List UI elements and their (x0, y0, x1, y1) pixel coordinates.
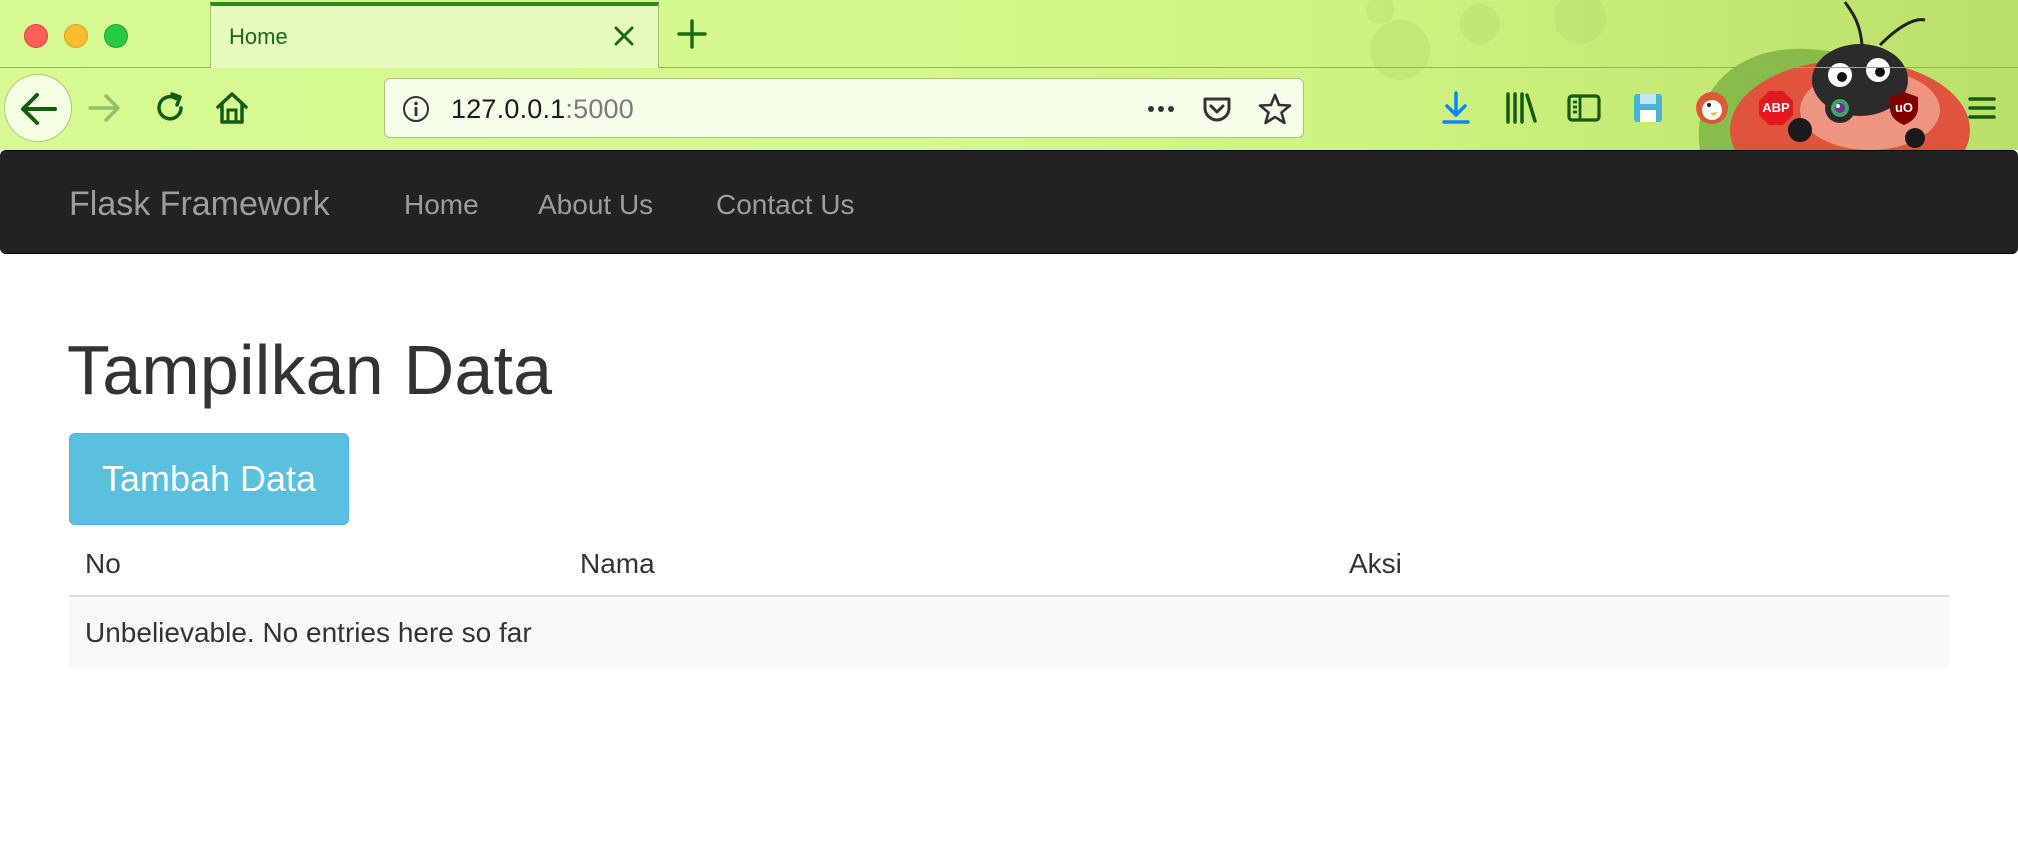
back-button[interactable] (4, 74, 72, 142)
url-text[interactable]: 127.0.0.1:5000 (451, 94, 634, 125)
library-icon[interactable] (1500, 88, 1540, 128)
add-data-button[interactable]: Tambah Data (69, 433, 349, 525)
table-header: No Nama Aksi (69, 532, 1949, 597)
more-icon[interactable] (1143, 93, 1179, 125)
nav-link-contact-us[interactable]: Contact Us (716, 189, 855, 221)
home-icon[interactable] (212, 88, 252, 128)
maximize-window-button[interactable] (104, 24, 128, 48)
table-body: Unbelievable. No entries here so far (69, 596, 1949, 668)
column-header-aksi: Aksi (1333, 532, 1949, 597)
table-header-row: No Nama Aksi (69, 532, 1949, 597)
eye-extension-icon[interactable] (1820, 88, 1860, 128)
info-icon[interactable] (401, 94, 431, 124)
column-header-nama: Nama (564, 532, 1333, 597)
sidebar-icon[interactable] (1564, 88, 1604, 128)
menu-icon[interactable] (1962, 88, 2002, 128)
table-row: Unbelievable. No entries here so far (69, 596, 1949, 668)
download-icon[interactable] (1436, 88, 1476, 128)
column-header-no: No (69, 532, 564, 597)
ublock-badge-label: uO (1894, 100, 1914, 115)
tab-title: Home (229, 24, 288, 49)
abp-badge-label: ABP (1762, 100, 1790, 115)
back-arrow-icon (21, 93, 57, 125)
data-table: No Nama Aksi Unbelievable. No entries he… (69, 532, 1949, 668)
adblock-plus-icon[interactable]: ABP (1756, 88, 1796, 128)
save-icon[interactable] (1628, 88, 1668, 128)
close-window-button[interactable] (24, 24, 48, 48)
browser-toolbar: 127.0.0.1:5000 ABP uO (0, 68, 2018, 150)
pocket-icon[interactable] (1199, 91, 1235, 127)
forward-arrow-icon[interactable] (84, 88, 124, 128)
site-navbar: Flask Framework Home About Us Contact Us (0, 150, 2018, 254)
empty-table-message: Unbelievable. No entries here so far (69, 596, 1949, 668)
new-tab-icon[interactable] (674, 16, 710, 52)
nav-link-about-us[interactable]: About Us (538, 189, 653, 221)
browser-chrome: Home 127.0.0.1:5000 ABP uO (0, 0, 2018, 150)
tab-strip: Home (0, 0, 2018, 68)
nav-link-home[interactable]: Home (404, 189, 479, 221)
tab-home[interactable]: Home (210, 2, 659, 68)
ublock-icon[interactable]: uO (1884, 88, 1924, 128)
navbar-brand[interactable]: Flask Framework (69, 185, 330, 224)
url-host: 127.0.0.1 (451, 94, 566, 124)
reload-icon[interactable] (150, 88, 190, 128)
close-tab-icon[interactable] (608, 20, 640, 52)
page-title: Tampilkan Data (67, 331, 553, 409)
star-icon[interactable] (1257, 91, 1293, 127)
url-port: :5000 (565, 94, 634, 124)
duckduckgo-icon[interactable] (1692, 88, 1732, 128)
minimize-window-button[interactable] (64, 24, 88, 48)
url-bar[interactable]: 127.0.0.1:5000 (384, 78, 1304, 138)
